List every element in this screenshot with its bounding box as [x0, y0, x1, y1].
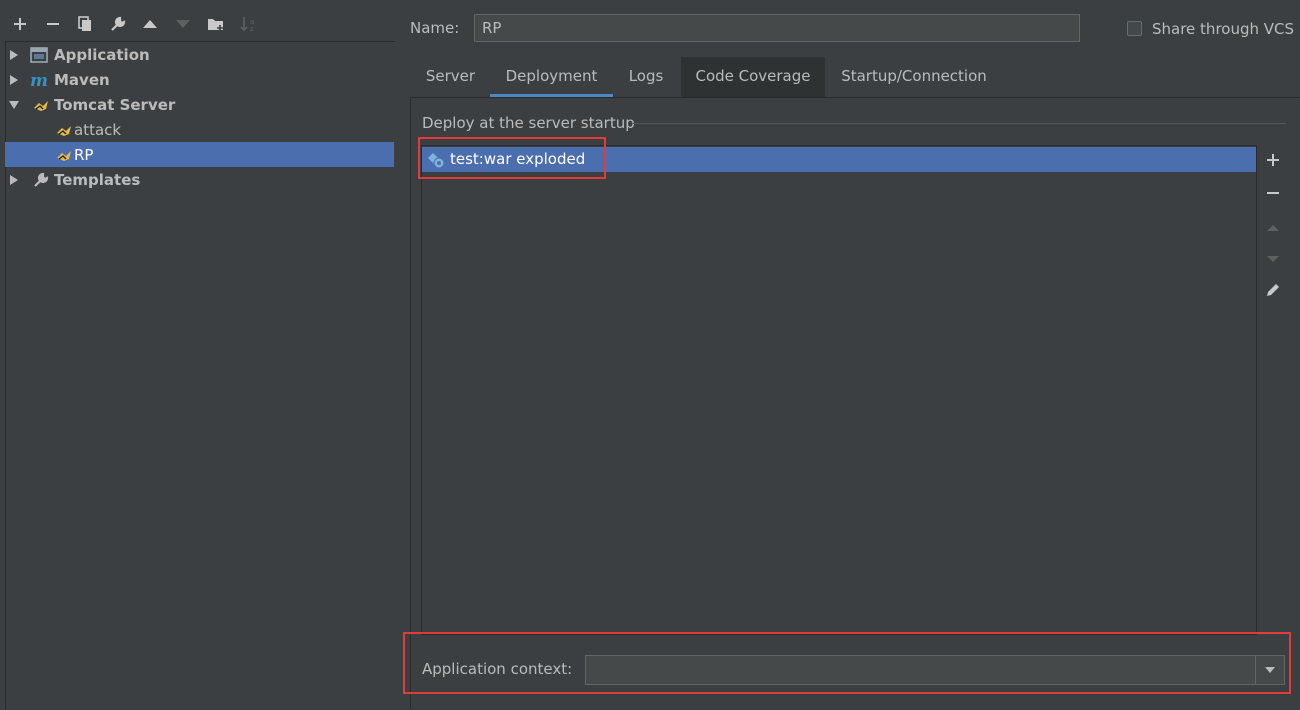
- artifact-label: test:war exploded: [450, 150, 586, 168]
- tab-code-coverage[interactable]: Code Coverage: [681, 57, 825, 97]
- tree-item-templates[interactable]: Templates: [5, 167, 394, 192]
- tree-item-label: Application: [54, 45, 150, 64]
- tomcat-icon: [55, 146, 73, 164]
- tree-item-label: Tomcat Server: [54, 95, 176, 114]
- tree-item-attack[interactable]: attack: [5, 117, 394, 142]
- maven-icon: m: [30, 71, 48, 89]
- tab-deployment[interactable]: Deployment: [490, 57, 613, 97]
- tree-item-label: RP: [74, 145, 94, 164]
- tree-item-label: Templates: [54, 170, 141, 189]
- name-input[interactable]: RP: [474, 14, 1080, 42]
- edit-icon: [1265, 282, 1281, 302]
- expand-arrow-icon[interactable]: [8, 174, 20, 186]
- application-context-combo[interactable]: [585, 655, 1285, 685]
- wrench-icon: [32, 171, 50, 189]
- edit-artifact-button[interactable]: [1261, 280, 1285, 304]
- remove-icon: [1266, 186, 1280, 204]
- tomcat-icon: [32, 96, 50, 114]
- move-down-icon: [1266, 250, 1280, 268]
- artifact-list[interactable]: [421, 145, 1257, 635]
- new-folder-icon[interactable]: [204, 12, 228, 36]
- remove-icon[interactable]: [41, 12, 65, 36]
- chevron-down-icon[interactable]: [1255, 656, 1284, 684]
- artifact-list-item[interactable]: test:war exploded: [422, 147, 1256, 172]
- tree-item-label: Maven: [54, 70, 110, 89]
- copy-icon[interactable]: [73, 12, 97, 36]
- svg-text:z: z: [250, 25, 254, 32]
- tree-item-rp[interactable]: RP: [5, 142, 394, 167]
- tab-startup-connection[interactable]: Startup/Connection: [827, 57, 1001, 97]
- share-vcs-checkbox[interactable]: [1127, 21, 1142, 36]
- tab-logs[interactable]: Logs: [613, 57, 679, 97]
- add-icon: [1266, 153, 1280, 171]
- move-artifact-down-button[interactable]: [1261, 247, 1285, 271]
- name-label: Name:: [410, 19, 460, 37]
- application-context-label: Application context:: [422, 660, 573, 678]
- tab-server[interactable]: Server: [411, 57, 490, 97]
- wrench-icon[interactable]: [106, 12, 130, 36]
- add-artifact-button[interactable]: [1261, 150, 1285, 174]
- add-icon[interactable]: [8, 12, 32, 36]
- tree-item-application[interactable]: Application: [5, 42, 394, 67]
- move-down-icon[interactable]: [171, 12, 195, 36]
- remove-artifact-button[interactable]: [1261, 183, 1285, 207]
- collapse-arrow-icon[interactable]: [8, 99, 20, 111]
- sort-icon[interactable]: az: [237, 12, 261, 36]
- deploy-section-title: Deploy at the server startup: [422, 114, 635, 132]
- tomcat-icon: [55, 121, 73, 139]
- section-divider: [632, 123, 1286, 124]
- application-icon: [30, 46, 48, 64]
- configurations-sidebar: az Application m Maven Tomcat Server att…: [0, 0, 398, 710]
- tree-item-tomcat-server[interactable]: Tomcat Server: [5, 92, 394, 117]
- expand-arrow-icon[interactable]: [8, 74, 20, 86]
- artifact-icon: [427, 151, 445, 169]
- move-artifact-up-button[interactable]: [1261, 216, 1285, 240]
- move-up-icon[interactable]: [138, 12, 162, 36]
- tree-item-label: attack: [74, 120, 122, 139]
- expand-arrow-icon[interactable]: [8, 49, 20, 61]
- move-up-icon: [1266, 219, 1280, 237]
- tree-item-maven[interactable]: m Maven: [5, 67, 394, 92]
- svg-text:m: m: [30, 72, 48, 88]
- share-vcs-label[interactable]: Share through VCS: [1152, 20, 1294, 38]
